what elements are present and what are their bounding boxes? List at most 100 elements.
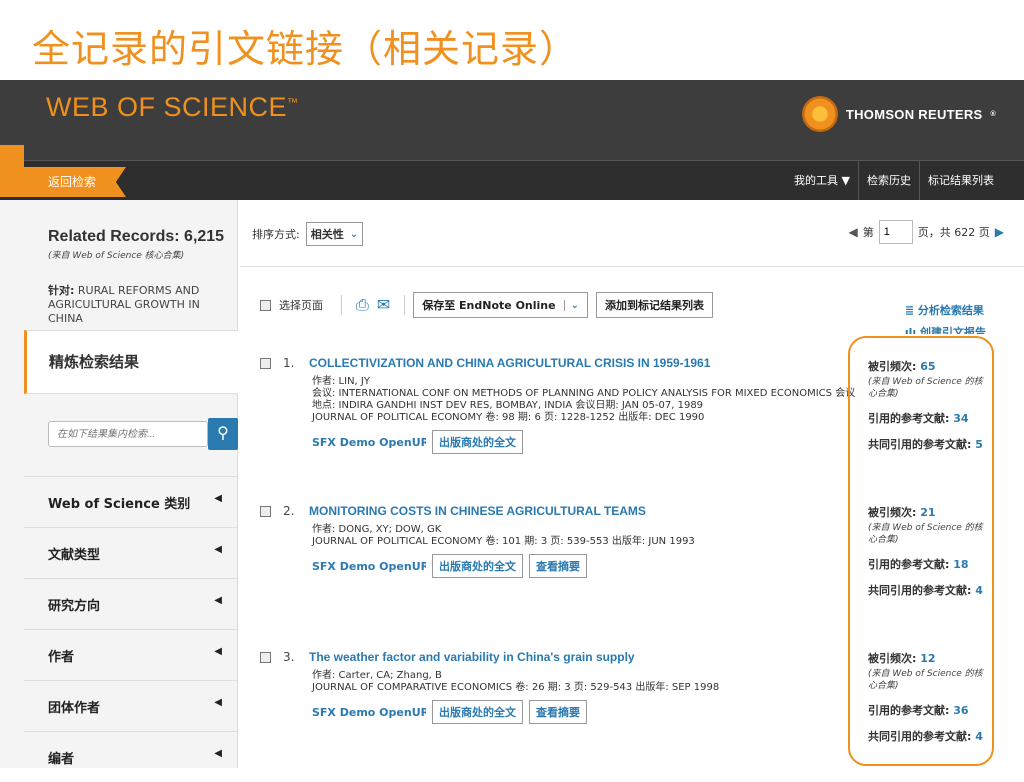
fulltext-button[interactable]: 出版商处的全文 (432, 554, 523, 578)
analyze-results-link[interactable]: ≣ 分析检索结果 (905, 300, 986, 322)
header: WEB OF SCIENCE™ THOMSON REUTERS ® (0, 80, 1024, 160)
save-to-label: 保存至 EndNote Online (422, 299, 556, 312)
record-checkbox[interactable] (260, 358, 271, 369)
record-source: JOURNAL OF COMPARATIVE ECONOMICS 卷: 26 期… (312, 682, 720, 693)
chevron-down-icon: ▼ (841, 174, 850, 187)
navbar: 返回检索 我的工具 ▼ 检索历史 标记结果列表 (0, 145, 1024, 201)
save-to-endnote-button[interactable]: 保存至 EndNote Online ⌄ (413, 292, 588, 318)
add-to-marked-button[interactable]: 添加到标记结果列表 (595, 292, 713, 318)
marked-list-link[interactable]: 标记结果列表 (919, 161, 1002, 201)
pager: ◀ 第 页，共 622 页 ▶ (849, 220, 1004, 244)
facet-research-area[interactable]: 研究方向 ◀ (24, 578, 238, 629)
record-checkbox[interactable] (260, 506, 271, 517)
divider (240, 266, 1024, 267)
facet-wos-category[interactable]: Web of Science 类别 ◀ (24, 476, 238, 527)
citation-highlight-outline (848, 336, 994, 766)
sort-row: 排序方式: 相关性 ⌄ (252, 222, 364, 246)
tool-icons: ⎙ ✉ (341, 295, 406, 315)
record-title-link[interactable]: MONITORING COSTS IN CHINESE AGRICULTURAL… (309, 504, 646, 518)
refine-search: ⚲ (48, 418, 238, 450)
search-history-link[interactable]: 检索历史 (858, 161, 919, 201)
facet-group-author[interactable]: 团体作者 ◀ (24, 680, 238, 731)
facet-label: 文献类型 (48, 548, 101, 563)
caret-left-icon: ◀ (214, 493, 222, 504)
record-head: 3. The weather factor and variability in… (260, 650, 850, 664)
citation-report-link[interactable]: ılı 创建引文报告 (905, 322, 986, 334)
record-meta: 作者: DONG, XY; DOW, GK JOURNAL OF POLITIC… (312, 524, 850, 548)
fulltext-button[interactable]: 出版商处的全文 (432, 700, 523, 724)
record-title-link[interactable]: The weather factor and variability in Ch… (309, 650, 635, 664)
facet-label: Web of Science 类别 (48, 497, 191, 512)
sfx-link[interactable]: SFX Demo OpenURL Li (312, 706, 426, 719)
back-to-search-button[interactable]: 返回检索 (0, 167, 126, 197)
prev-page-icon[interactable]: ◀ (849, 225, 858, 239)
my-tools-label: 我的工具 (794, 174, 839, 187)
record-meta: 作者: LIN, JY 会议: INTERNATIONAL CONF ON ME… (312, 376, 856, 424)
next-page-icon[interactable]: ▶ (995, 225, 1004, 239)
bar-chart-icon: ılı (904, 326, 917, 334)
wos-logo[interactable]: WEB OF SCIENCE™ (46, 92, 299, 123)
record-number: 2. (283, 504, 295, 518)
record-author: 作者: LIN, JY (312, 376, 370, 387)
view-abstract-button[interactable]: 查看摘要 (529, 700, 587, 724)
sfx-link[interactable]: SFX Demo OpenURL Li (312, 436, 426, 449)
record-author: 作者: Carter, CA; Zhang, B (312, 670, 442, 681)
partner-name: THOMSON REUTERS (845, 106, 983, 122)
results-toolbar: 选择页面 ⎙ ✉ 保存至 EndNote Online ⌄ 添加到标记结果列表 (260, 292, 713, 318)
my-tools-menu[interactable]: 我的工具 ▼ (786, 161, 858, 201)
select-page-label: 选择页面 (279, 299, 323, 312)
record-links: SFX Demo OpenURL Li 出版商处的全文 (312, 430, 850, 454)
facet-label: 作者 (48, 650, 75, 665)
select-page-checkbox[interactable] (260, 299, 271, 311)
record-title-link[interactable]: COLLECTIVIZATION AND CHINA AGRICULTURAL … (309, 356, 710, 370)
view-abstract-button[interactable]: 查看摘要 (529, 554, 587, 578)
wos-logo-tm: ™ (287, 97, 299, 109)
search-icon[interactable]: ⚲ (208, 418, 238, 450)
facet-editor[interactable]: 编者 ◀ (24, 731, 238, 782)
page-input[interactable] (878, 220, 913, 244)
record-head: 1. COLLECTIVIZATION AND CHINA AGRICULTUR… (260, 356, 850, 370)
record-links: SFX Demo OpenURL Li 出版商处的全文 查看摘要 (312, 554, 850, 578)
caret-left-icon: ◀ (214, 697, 222, 708)
fulltext-button[interactable]: 出版商处的全文 (432, 430, 523, 454)
sfx-link[interactable]: SFX Demo OpenURL Li (312, 560, 426, 573)
wos-logo-text: WEB OF SCIENCE (46, 92, 288, 122)
refine-search-input[interactable] (48, 421, 208, 447)
chevron-down-icon[interactable]: ⌄ (563, 299, 579, 311)
citation-report-label: 创建引文报告 (920, 326, 986, 334)
print-icon[interactable]: ⎙ (356, 295, 369, 315)
caret-left-icon: ◀ (214, 595, 222, 606)
nav-right: 我的工具 ▼ 检索历史 标记结果列表 (786, 161, 1002, 201)
analyze-icon: ≣ (904, 304, 915, 317)
caret-left-icon: ◀ (214, 544, 222, 555)
sidebar: Related Records: 6,215 (来自 Web of Scienc… (0, 200, 238, 768)
caret-left-icon: ◀ (214, 748, 222, 759)
sort-select[interactable]: 相关性 ⌄ (305, 222, 364, 246)
slide-title: 全记录的引文链接（相关记录） (32, 27, 579, 71)
refine-results-header: 精炼检索结果 (24, 330, 238, 394)
email-icon[interactable]: ✉ (377, 295, 390, 315)
facet-doc-type[interactable]: 文献类型 ◀ (24, 527, 238, 578)
facet-author[interactable]: 作者 ◀ (24, 629, 238, 680)
sort-value: 相关性 (310, 228, 344, 241)
record-links: SFX Demo OpenURL Li 出版商处的全文 查看摘要 (312, 700, 850, 724)
refine-title: 精炼检索结果 (49, 353, 140, 371)
record-head: 2. MONITORING COSTS IN CHINESE AGRICULTU… (260, 504, 850, 518)
thomson-reuters-logo: THOMSON REUTERS ® (801, 96, 996, 132)
thomson-reuters-icon (801, 96, 838, 132)
target-label: 针对: (48, 284, 75, 297)
analyze-links: ≣ 分析检索结果 ılı 创建引文报告 (905, 300, 986, 334)
record-meta: 作者: Carter, CA; Zhang, B JOURNAL OF COMP… (312, 670, 850, 694)
sort-label: 排序方式: (252, 228, 300, 241)
facet-label: 编者 (48, 752, 75, 767)
result-record: 2. MONITORING COSTS IN CHINESE AGRICULTU… (260, 504, 850, 578)
chevron-down-icon: ⌄ (349, 228, 359, 240)
pager-suffix: 页，共 622 页 (917, 226, 990, 239)
target-record: 针对: RURAL REFORMS AND AGRICULTURAL GROWT… (48, 284, 237, 326)
record-location: 地点: INDIRA GANDHI INST DEV RES, BOMBAY, … (312, 400, 704, 411)
record-source: JOURNAL OF POLITICAL ECONOMY 卷: 101 期: 3… (312, 536, 695, 547)
related-records-title: Related Records: 6,215 (48, 228, 225, 245)
record-conference: 会议: INTERNATIONAL CONF ON METHODS OF PLA… (312, 388, 856, 399)
analyze-label: 分析检索结果 (917, 304, 984, 317)
record-checkbox[interactable] (260, 652, 271, 663)
